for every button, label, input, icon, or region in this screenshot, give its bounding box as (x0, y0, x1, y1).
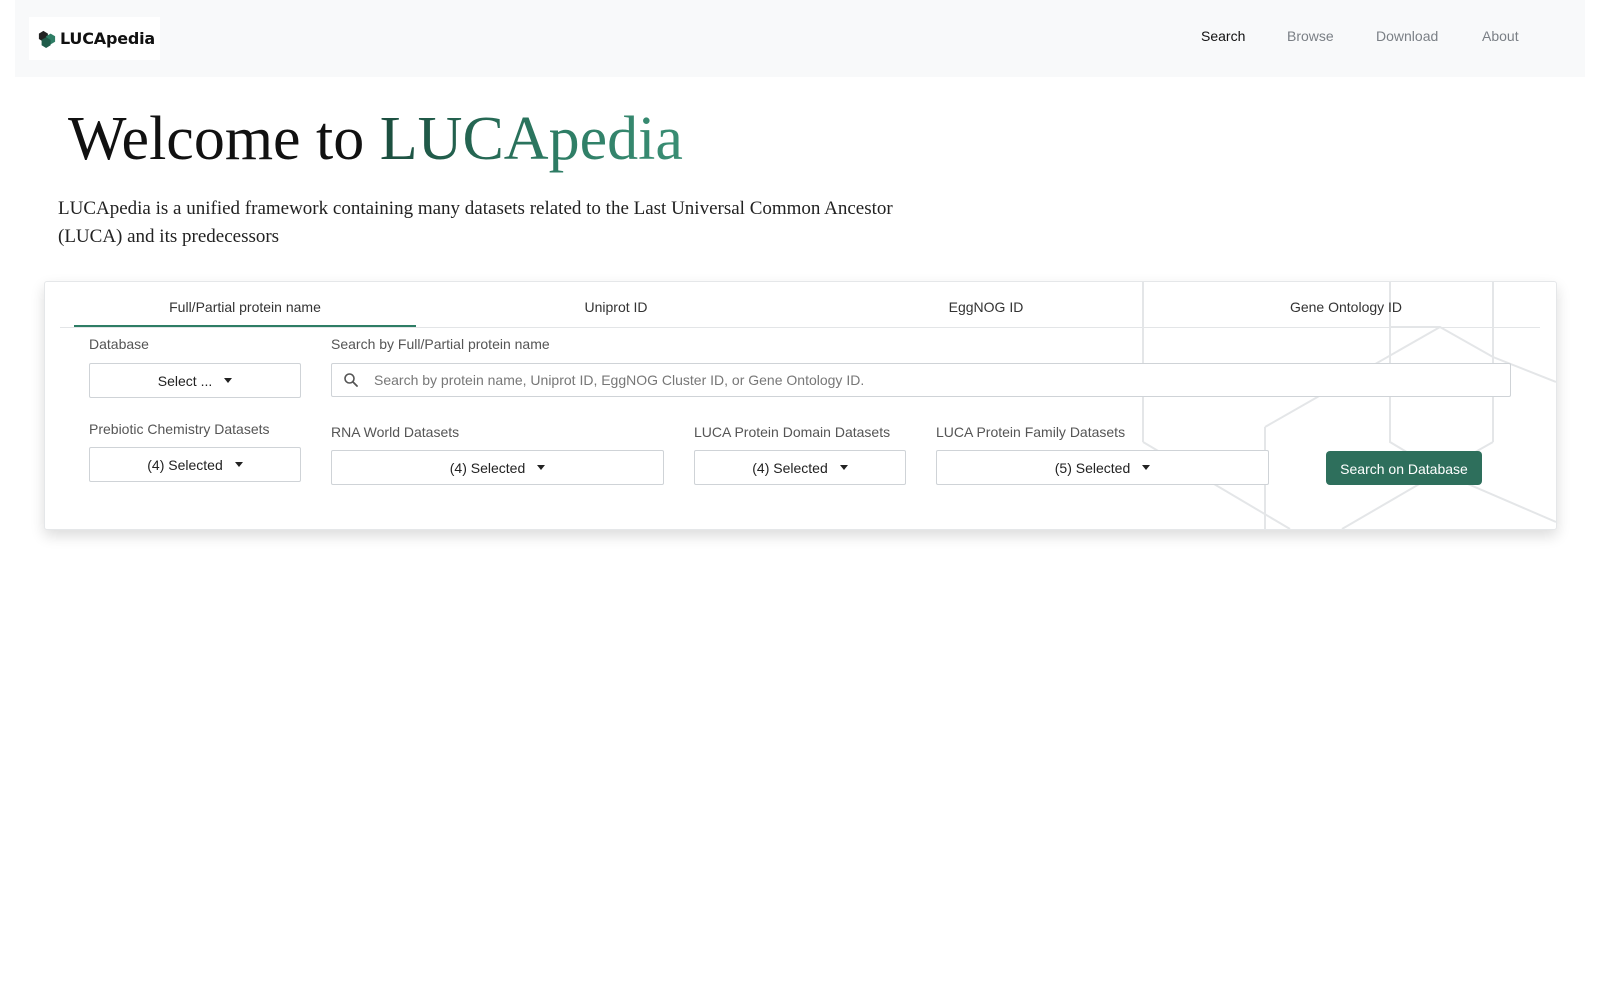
search-card: Full/Partial protein name Uniprot ID Egg… (44, 281, 1557, 530)
caret-down-icon (537, 465, 546, 470)
filter-label-protein-family: LUCA Protein Family Datasets (936, 424, 1126, 440)
database-select-value: Select ... (157, 372, 213, 389)
filter-value-protein-domain: (4) Selected (752, 459, 828, 476)
filter-label-prebiotic: Prebiotic Chemistry Datasets (89, 421, 270, 437)
database-label: Database (89, 336, 149, 352)
filter-value-protein-family: (5) Selected (1054, 459, 1131, 476)
query-label: Search by Full/Partial protein name (331, 336, 550, 352)
tab-protein-name[interactable]: Full/Partial protein name (74, 282, 416, 327)
page-description: LUCApedia is a unified framework contain… (58, 198, 893, 247)
filter-select-rna-world[interactable]: (4) Selected (331, 450, 664, 485)
filter-select-prebiotic[interactable]: (4) Selected (89, 447, 301, 482)
filter-value-prebiotic: (4) Selected (147, 456, 223, 473)
tab-gene-ontology-id[interactable]: Gene Ontology ID (1175, 282, 1517, 327)
title-welcome: Welcome to (68, 105, 365, 173)
title-brand: LUCApedia (379, 105, 683, 173)
filter-select-protein-family[interactable]: (5) Selected (936, 450, 1269, 485)
caret-down-icon (1142, 465, 1151, 470)
filter-label-rna-world: RNA World Datasets (331, 424, 460, 440)
nav-download[interactable]: Download (1376, 28, 1438, 44)
caret-down-icon (234, 462, 243, 467)
database-select[interactable]: Select ... (89, 363, 301, 398)
page-title: Welcome to LUCApedia (68, 100, 683, 178)
brand-link[interactable]: LUCApedia (29, 17, 160, 60)
search-field[interactable] (331, 363, 1511, 397)
caret-down-icon (839, 465, 848, 470)
nav-about[interactable]: About (1482, 28, 1519, 44)
caret-down-icon (224, 378, 233, 383)
tab-uniprot-id[interactable]: Uniprot ID (445, 282, 787, 327)
search-tabs: Full/Partial protein name Uniprot ID Egg… (60, 282, 1540, 328)
nav-browse[interactable]: Browse (1287, 28, 1334, 44)
search-icon (344, 373, 358, 387)
nav-search[interactable]: Search (1201, 28, 1245, 44)
hexagon-logo-icon (38, 30, 56, 48)
filter-value-rna-world: (4) Selected (449, 459, 526, 476)
tab-eggnog-id[interactable]: EggNOG ID (815, 282, 1157, 327)
navbar: LUCApedia Search Browse Download About (15, 0, 1585, 77)
filter-label-protein-domain: LUCA Protein Domain Datasets (694, 424, 891, 440)
brand-name: LUCApedia (60, 29, 155, 48)
search-input[interactable] (374, 364, 1494, 396)
filter-select-protein-domain[interactable]: (4) Selected (694, 450, 906, 485)
search-submit-button[interactable]: Search on Database (1326, 451, 1482, 485)
